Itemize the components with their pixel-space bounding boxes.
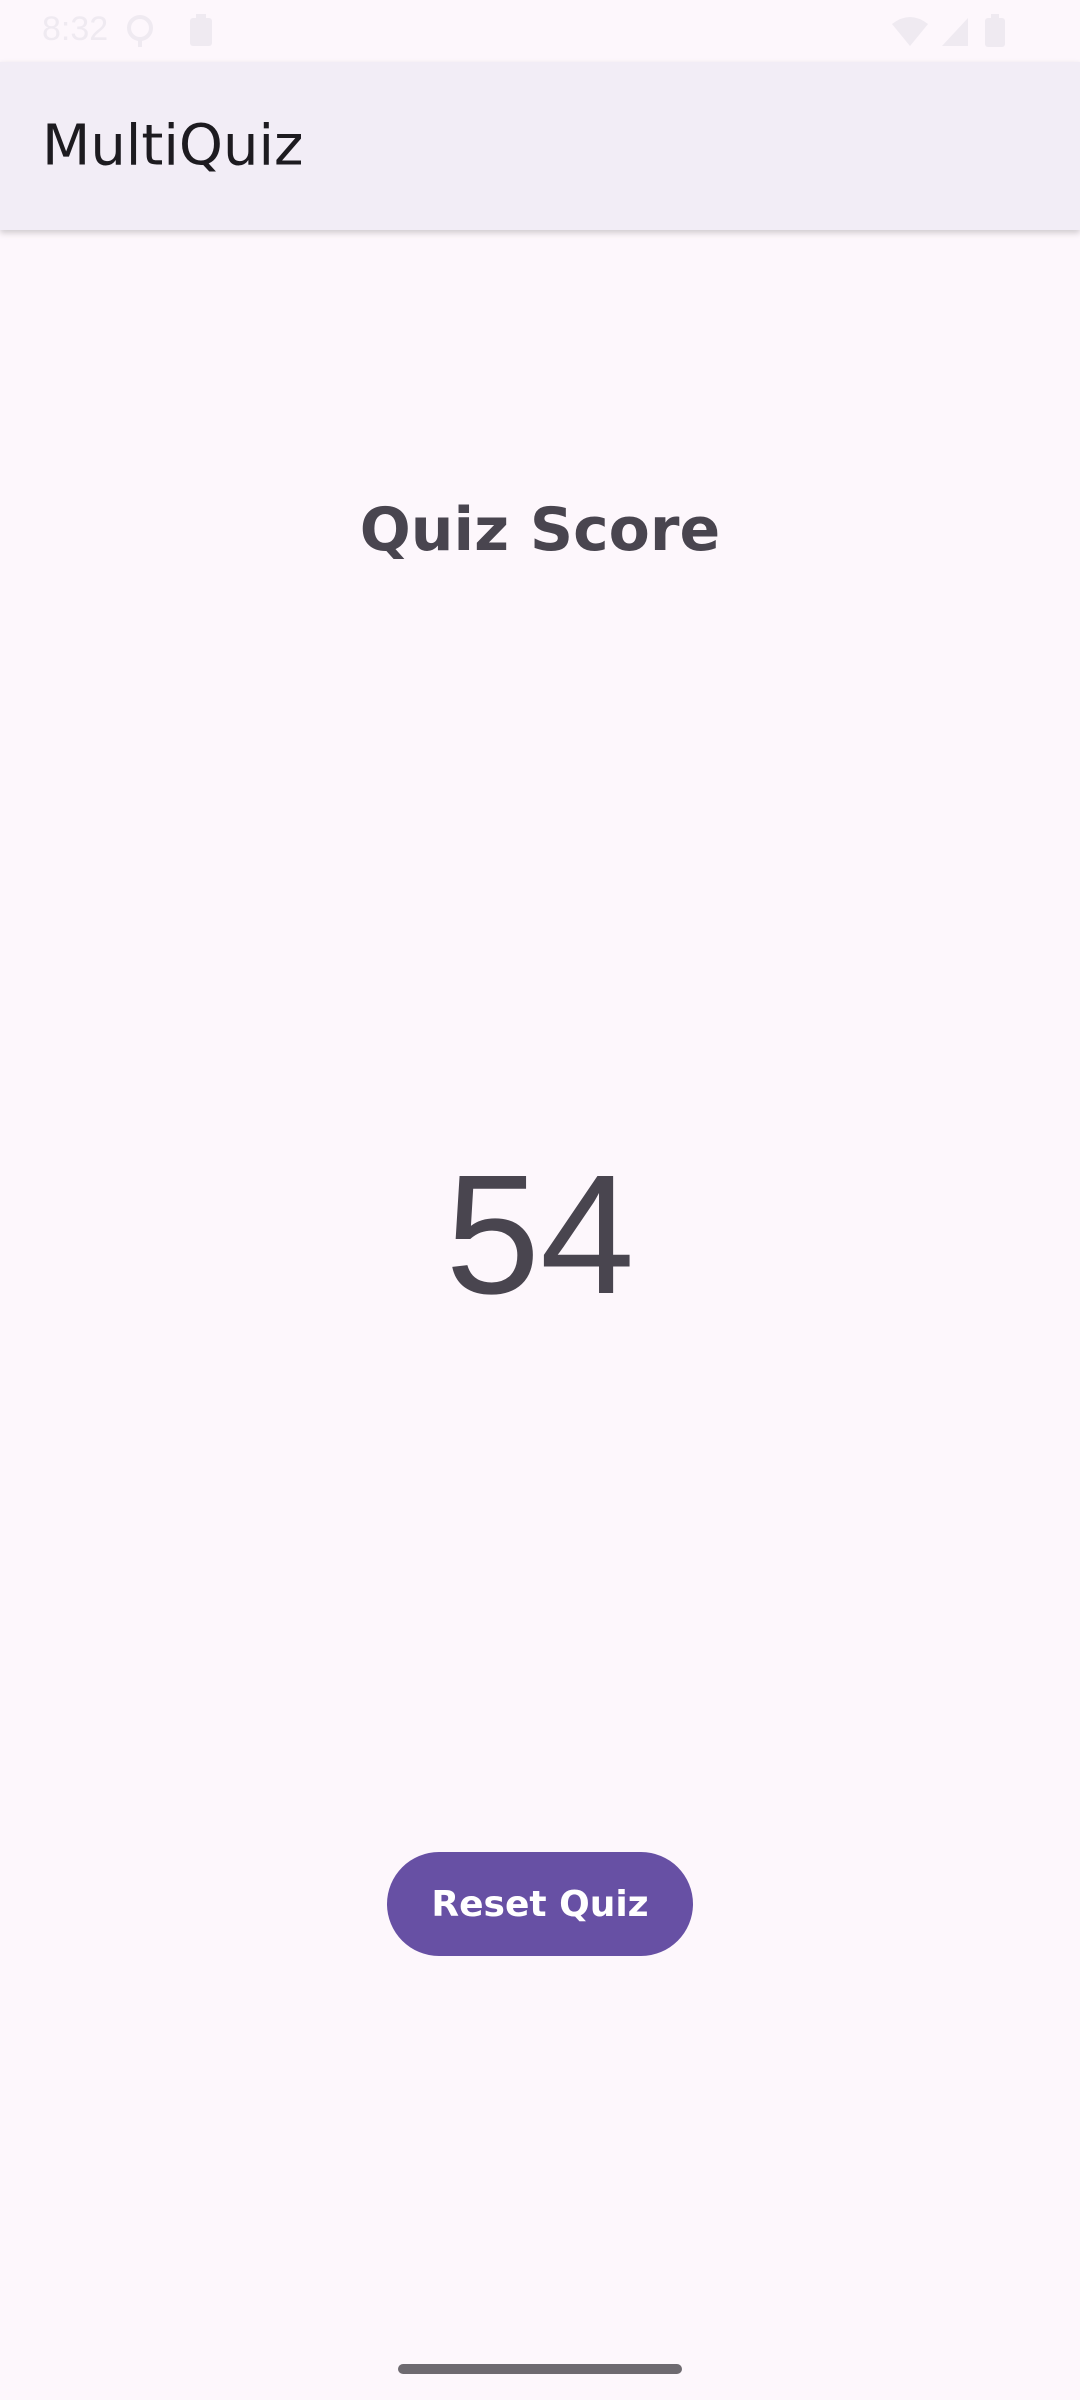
score-value: 54 (445, 1140, 635, 1330)
status-bar: 8:32 (0, 0, 1080, 62)
app-bar: MultiQuiz (0, 62, 1080, 230)
reset-quiz-button[interactable]: Reset Quiz (387, 1852, 693, 1956)
battery-icon (984, 14, 1006, 52)
app-title: MultiQuiz (42, 113, 304, 179)
wifi-icon (890, 14, 930, 52)
score-heading: Quiz Score (359, 495, 721, 565)
status-time: 8:32 (42, 10, 109, 48)
battery-saver-icon (188, 14, 214, 52)
cellular-icon (940, 14, 970, 52)
home-indicator[interactable] (398, 2364, 682, 2374)
location-icon (124, 14, 156, 52)
